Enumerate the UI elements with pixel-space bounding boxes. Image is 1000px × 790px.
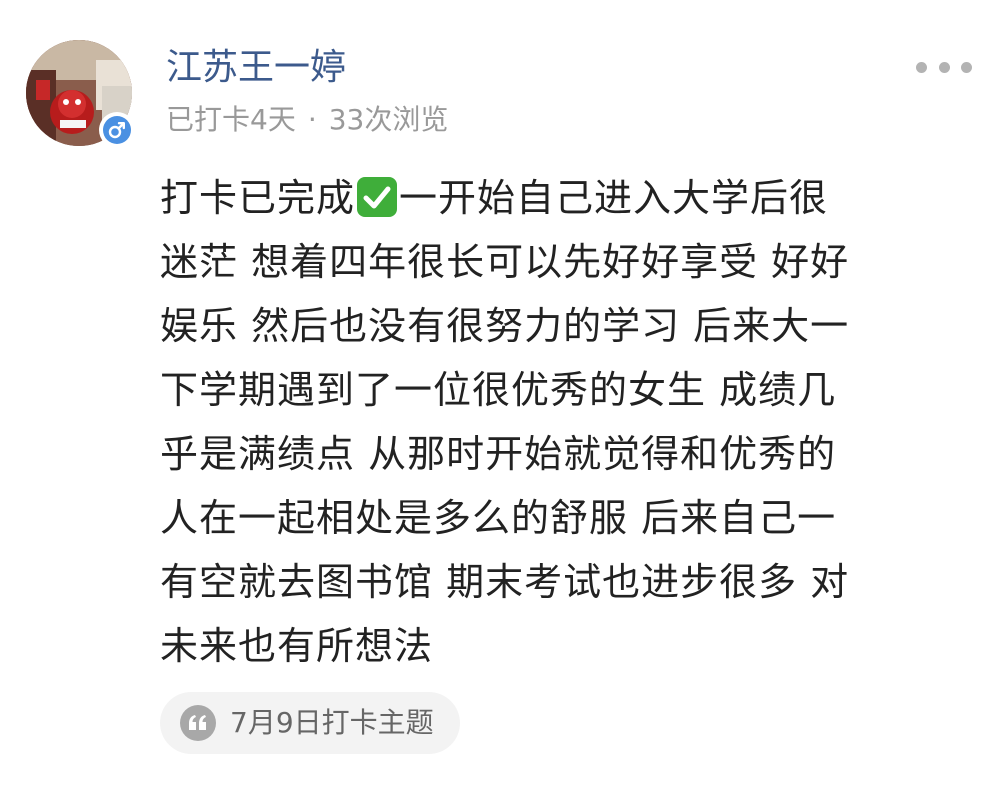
post-text: 一开始自己进入大学后很: [399, 176, 829, 220]
view-count: 33次浏览: [328, 103, 449, 136]
post-line: 人在一起相处是多么的舒服 后来自己一: [160, 496, 837, 540]
post-line: 娱乐 然后也没有很努力的学习 后来大一: [160, 304, 850, 348]
male-symbol-icon: [99, 112, 135, 148]
author-name[interactable]: 江苏王一婷: [166, 44, 346, 92]
post-line: 未来也有所想法: [160, 624, 434, 668]
topic-label: 7月9日打卡主题: [230, 706, 434, 739]
post-meta: 已打卡4天 · 33次浏览: [166, 100, 448, 140]
check-mark-icon: [357, 177, 398, 217]
post-line: 有空就去图书馆 期末考试也进步很多 对: [160, 560, 850, 604]
post-line: 打卡已完成 一开始自己进入大学后很: [160, 166, 950, 230]
checkin-days: 已打卡4天: [166, 103, 296, 136]
more-dot: [961, 61, 972, 73]
post-line: 下学期遇到了一位很优秀的女生 成绩几: [160, 368, 837, 412]
topic-tag[interactable]: 7月9日打卡主题: [160, 692, 460, 754]
more-dots-icon: [916, 61, 927, 73]
meta-separator: ·: [307, 103, 317, 136]
checkin-post: 江苏王一婷 已打卡4天 · 33次浏览 打卡已完成 一开始自己进入大学后很 迷茫 想着…: [0, 0, 1000, 790]
post-text: 打卡已完成: [160, 176, 356, 220]
post-line: 乎是满绩点 从那时开始就觉得和优秀的: [160, 432, 837, 476]
more-options-button[interactable]: [916, 52, 972, 82]
post-line: 迷茫 想着四年很长可以先好好享受 好好: [160, 240, 850, 284]
quote-icon: [180, 705, 216, 741]
post-body: 打卡已完成 一开始自己进入大学后很 迷茫 想着四年很长可以先好好享受 好好 娱乐 …: [160, 166, 950, 678]
more-dot: [938, 61, 950, 73]
